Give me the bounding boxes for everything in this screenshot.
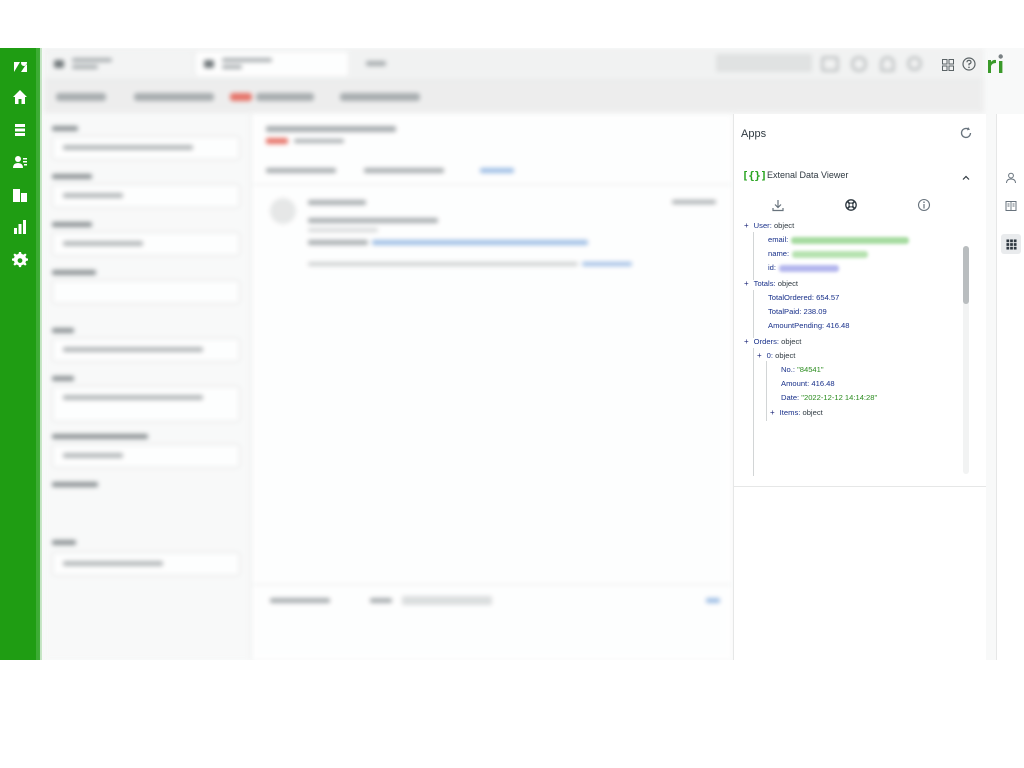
views-icon[interactable] (8, 118, 32, 142)
tree-leaf-amount-pending: AmountPending: 416.48 (768, 321, 850, 330)
apps-panel: Apps [{}] Extenal Data Viewer + User: obj… (733, 114, 986, 660)
brand-logo-icon[interactable] (986, 52, 1006, 74)
expand-toggle[interactable]: + (744, 337, 749, 346)
download-icon[interactable] (771, 198, 785, 212)
ticket-subtabs (44, 81, 984, 113)
expand-toggle[interactable]: + (744, 221, 749, 230)
info-icon[interactable] (917, 198, 931, 212)
apps-title: Apps (741, 128, 767, 140)
context-rail (996, 114, 1024, 660)
tree-node-totals[interactable]: + Totals: object (744, 278, 798, 290)
app-name: Extenal Data Viewer (767, 170, 849, 180)
agent-workspace: Apps [{}] Extenal Data Viewer + User: obj… (0, 48, 1024, 660)
tree-leaf-name: name: (768, 248, 869, 260)
settings-icon[interactable] (8, 248, 32, 272)
tree-node-order-0[interactable]: +0: object (757, 350, 795, 362)
user-profile-icon[interactable] (1003, 170, 1019, 186)
ticket-tabs-bar (44, 48, 984, 81)
tree-node-orders[interactable]: + Orders: object (744, 336, 801, 348)
phone-icon[interactable] (852, 57, 866, 71)
help-icon[interactable] (962, 57, 976, 71)
tree-leaf-id: id: (768, 262, 840, 274)
tree-leaf-order-amount: Amount: 416.48 (781, 379, 835, 388)
tree-leaf-order-no: No.: "84541" (781, 365, 824, 374)
tree-leaf-total-ordered: TotalOrdered: 654.57 (768, 293, 840, 302)
expand-toggle[interactable]: + (757, 351, 762, 360)
data-tree: + User: object email: name: id: + Totals: … (740, 220, 962, 476)
tree-leaf-order-date: Date: "2022-12-12 14:14:28" (781, 393, 878, 402)
tree-scrollbar-thumb[interactable] (963, 246, 969, 304)
refresh-icon[interactable] (959, 126, 973, 140)
expand-toggle[interactable]: + (744, 279, 749, 288)
tree-leaf-total-paid: TotalPaid: 238.09 (768, 307, 827, 316)
left-nav (0, 48, 42, 660)
reporting-icon[interactable] (8, 215, 32, 239)
knowledge-icon[interactable] (1003, 198, 1019, 214)
tree-leaf-email: email: (768, 234, 910, 246)
divider (734, 486, 986, 487)
organizations-icon[interactable] (8, 183, 32, 207)
tree-node-user[interactable]: + User: object (744, 220, 794, 232)
conversation-area (252, 114, 732, 660)
apps-icon[interactable] (1001, 234, 1021, 254)
zendesk-logo-icon[interactable] (8, 55, 32, 79)
users-icon[interactable] (8, 150, 32, 174)
ticket-tab[interactable] (196, 52, 348, 76)
chevron-up-icon[interactable] (961, 170, 971, 180)
bell-icon[interactable] (881, 57, 894, 71)
ticket-properties (44, 114, 251, 660)
home-icon[interactable] (8, 85, 32, 109)
refresh-icon[interactable] (908, 57, 921, 70)
expand-toggle[interactable]: + (770, 408, 775, 417)
lifebuoy-icon[interactable] (844, 198, 858, 212)
app-logo-icon: [{}] (742, 169, 767, 182)
ticket-tab[interactable] (46, 52, 192, 76)
nav-edge (36, 48, 42, 660)
chat-icon[interactable] (822, 57, 838, 71)
apps-grid-icon[interactable] (942, 58, 954, 71)
tree-node-items[interactable]: + Items: object (770, 407, 823, 419)
